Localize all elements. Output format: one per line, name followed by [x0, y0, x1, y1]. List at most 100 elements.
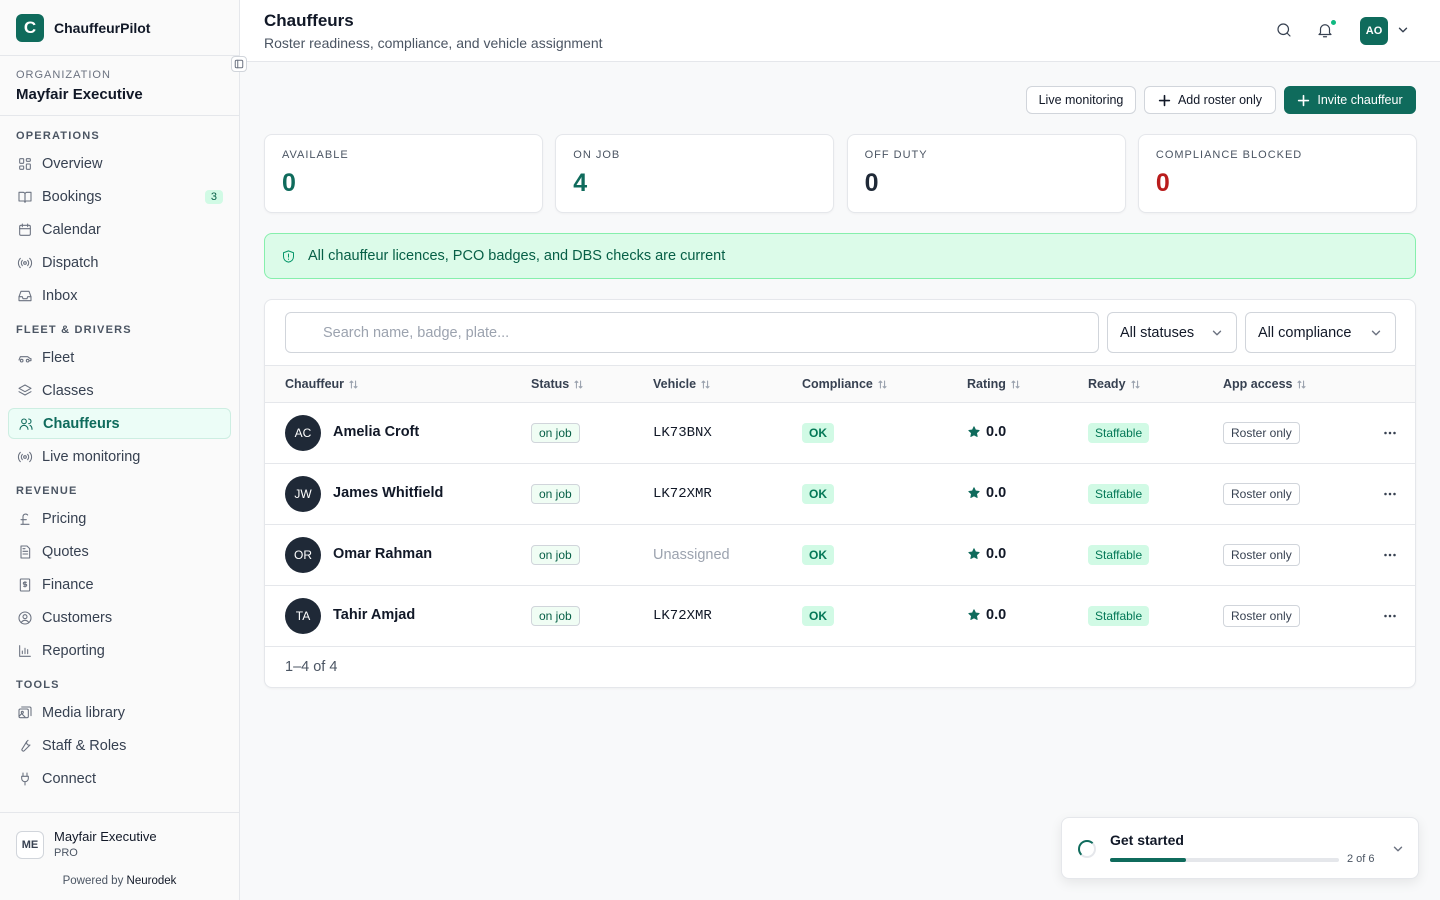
sidebar-item-quotes[interactable]: Quotes [8, 536, 231, 567]
sidebar-item-reporting[interactable]: Reporting [8, 635, 231, 666]
column-header-rating[interactable]: Rating [967, 377, 1021, 391]
nav-badge: 3 [204, 189, 223, 204]
status-filter-select[interactable]: All statuses [1107, 312, 1237, 353]
sort-icon [1296, 379, 1307, 390]
car-icon [16, 350, 34, 366]
ready-badge: Staffable [1088, 606, 1150, 626]
sidebar-item-label: Media library [42, 704, 125, 721]
more-options-icon[interactable] [1381, 485, 1399, 503]
compliance-filter-select[interactable]: All compliance [1245, 312, 1396, 353]
sidebar-item-dispatch[interactable]: Dispatch [8, 247, 231, 278]
organization-switcher[interactable]: ORGANIZATION Mayfair Executive [0, 56, 239, 116]
chauffeur-name[interactable]: Omar Rahman [333, 546, 432, 562]
column-header-label: Rating [967, 377, 1006, 391]
stat-value: 0 [1155, 169, 1170, 197]
grid-icon [16, 156, 34, 172]
page-subtitle: Roster readiness, compliance, and vehicl… [264, 35, 603, 51]
live-monitoring-button[interactable]: Live monitoring [1026, 86, 1136, 114]
star-icon [967, 425, 981, 439]
stat-card-compliance-blocked: COMPLIANCE BLOCKED 0 [1137, 134, 1417, 213]
inbox-icon [16, 288, 34, 304]
column-header-chauffeur[interactable]: Chauffeur [285, 377, 359, 391]
sidebar-item-bookings[interactable]: Bookings 3 [8, 181, 231, 212]
more-options-icon[interactable] [1381, 546, 1399, 564]
notification-dot [1330, 19, 1337, 26]
account-footer[interactable]: ME Mayfair Executive PRO Powered by Neur… [0, 812, 239, 900]
more-options-icon[interactable] [1381, 424, 1399, 442]
app-access-badge[interactable]: Roster only [1223, 483, 1300, 505]
status-badge: on job [531, 423, 580, 443]
brand[interactable]: C ChauffeurPilot [0, 0, 239, 56]
chauffeur-avatar: TA [285, 598, 321, 634]
table-header: Chauffeur Status Vehicle Compliance Rating Re… [265, 365, 1415, 403]
column-header-compliance[interactable]: Compliance [802, 377, 888, 391]
shield-check-icon [281, 249, 296, 264]
pound-icon [16, 511, 34, 527]
table-row[interactable]: OR Omar Rahman on job Unassigned OK 0.0 Staffa… [265, 525, 1415, 586]
nav-section-title: TOOLS [16, 679, 60, 691]
chauffeur-name[interactable]: James Whitfield [333, 485, 443, 501]
sidebar-item-chauffeurs[interactable]: Chauffeurs [8, 408, 231, 439]
app-access-badge[interactable]: Roster only [1223, 422, 1300, 444]
broadcast-icon [16, 255, 34, 271]
star-icon [967, 547, 981, 561]
rating: 0.0 [967, 485, 1006, 501]
column-header-vehicle[interactable]: Vehicle [653, 377, 711, 391]
sidebar-item-connect[interactable]: Connect [8, 763, 231, 794]
column-header-label: Status [531, 377, 570, 391]
sidebar-item-fleet[interactable]: Fleet [8, 342, 231, 373]
app-access-badge[interactable]: Roster only [1223, 544, 1300, 566]
stat-value: 0 [864, 169, 879, 197]
column-header-status[interactable]: Status [531, 377, 584, 391]
sidebar-item-classes[interactable]: Classes [8, 375, 231, 406]
plus-icon [1297, 94, 1310, 107]
org-name: Mayfair Executive [16, 86, 143, 103]
sidebar-item-media-library[interactable]: Media library [8, 697, 231, 728]
app-access-badge[interactable]: Roster only [1223, 605, 1300, 627]
more-options-icon[interactable] [1381, 607, 1399, 625]
user-avatar[interactable]: AO [1360, 17, 1388, 45]
column-header-app-access[interactable]: App access [1223, 377, 1307, 391]
table-row[interactable]: TA Tahir Amjad on job LK72XMR OK 0.0 Staffable… [265, 586, 1415, 647]
search-icon[interactable] [1275, 21, 1293, 39]
status-badge: on job [531, 545, 580, 565]
nav-section-title: OPERATIONS [16, 130, 100, 142]
chevron-down-icon[interactable] [1396, 23, 1410, 37]
table-row[interactable]: JW James Whitfield on job LK72XMR OK 0.0 Staff… [265, 464, 1415, 525]
chauffeur-avatar: JW [285, 476, 321, 512]
sidebar-collapse-icon[interactable] [231, 56, 247, 72]
sort-icon [700, 379, 711, 390]
chauffeur-name[interactable]: Amelia Croft [333, 424, 419, 440]
add-roster-button[interactable]: Add roster only [1144, 86, 1276, 114]
chauffeur-name[interactable]: Tahir Amjad [333, 607, 415, 623]
column-header-ready[interactable]: Ready [1088, 377, 1141, 391]
sidebar-item-label: Classes [42, 382, 94, 399]
sidebar-item-calendar[interactable]: Calendar [8, 214, 231, 245]
page-header: Chauffeurs Roster readiness, compliance,… [240, 0, 1440, 62]
get-started-panel[interactable]: Get started 2 of 6 [1061, 817, 1419, 879]
status-filter-value: All statuses [1120, 324, 1195, 341]
table-row[interactable]: AC Amelia Croft on job LK73BNX OK 0.0 Staffabl… [265, 403, 1415, 464]
sidebar-item-customers[interactable]: Customers [8, 602, 231, 633]
stat-label: OFF DUTY [864, 149, 928, 161]
chevron-down-icon[interactable] [1391, 842, 1405, 856]
sidebar-item-live-monitoring[interactable]: Live monitoring [8, 441, 231, 472]
sidebar-item-label: Dispatch [42, 254, 99, 271]
sidebar-item-pricing[interactable]: Pricing [8, 503, 231, 534]
chauffeurs-table-card: All statuses All compliance Chauffeur Sta… [264, 299, 1416, 688]
column-header-label: App access [1223, 377, 1293, 391]
sidebar-item-finance[interactable]: Finance [8, 569, 231, 600]
page-title: Chauffeurs [264, 11, 354, 30]
sidebar-item-label: Chauffeurs [43, 415, 120, 432]
sidebar-item-inbox[interactable]: Inbox [8, 280, 231, 311]
brand-logo: C [16, 13, 44, 42]
invite-chauffeur-button[interactable]: Invite chauffeur [1284, 86, 1416, 114]
ready-badge: Staffable [1088, 545, 1150, 565]
sidebar-item-staff-roles[interactable]: Staff & Roles [8, 730, 231, 761]
chevron-down-icon [1210, 326, 1224, 340]
search-input[interactable] [285, 312, 1099, 353]
sidebar-item-overview[interactable]: Overview [8, 148, 231, 179]
sidebar-item-label: Quotes [42, 543, 89, 560]
chauffeur-avatar: OR [285, 537, 321, 573]
layers-icon [16, 383, 34, 399]
